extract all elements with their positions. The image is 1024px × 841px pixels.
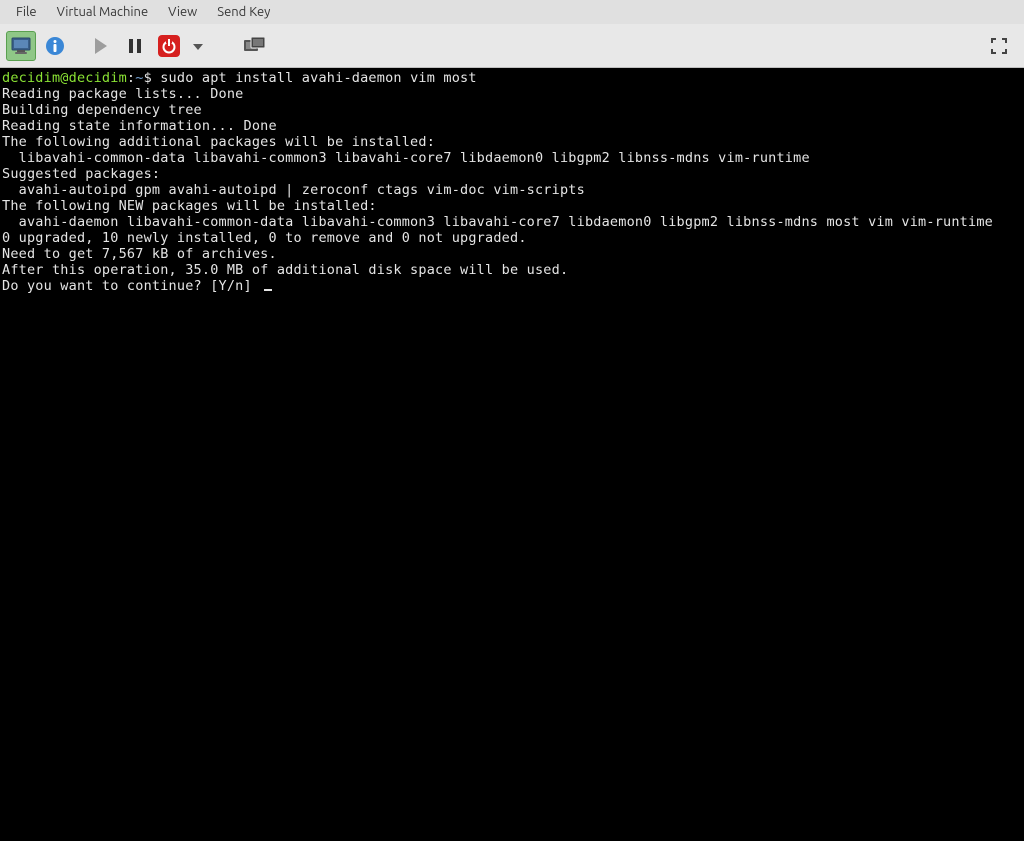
terminal-area[interactable]: decidim@decidim:~$ sudo apt install avah… xyxy=(0,68,1024,841)
info-icon xyxy=(45,36,65,56)
terminal-line: 0 upgraded, 10 newly installed, 0 to rem… xyxy=(2,230,527,246)
terminal-line: After this operation, 35.0 MB of additio… xyxy=(2,262,568,278)
command-text: sudo apt install avahi-daemon vim most xyxy=(160,70,476,86)
shutdown-button[interactable] xyxy=(154,31,184,61)
toolbar xyxy=(0,24,1024,68)
menu-file[interactable]: File xyxy=(8,3,45,21)
pause-button[interactable] xyxy=(120,31,150,61)
menu-send-key[interactable]: Send Key xyxy=(209,3,278,21)
terminal-line: Reading package lists... Done xyxy=(2,86,244,102)
terminal-line: Suggested packages: xyxy=(2,166,160,182)
terminal-line: Building dependency tree xyxy=(2,102,202,118)
power-icon xyxy=(158,35,180,57)
terminal-line: Reading state information... Done xyxy=(2,118,277,134)
prompt-path: ~ xyxy=(135,70,143,86)
terminal-line: avahi-daemon libavahi-common-data libava… xyxy=(2,214,993,230)
prompt-sep: : xyxy=(127,70,135,86)
info-view-button[interactable] xyxy=(40,31,70,61)
monitor-icon xyxy=(11,37,31,55)
menu-view[interactable]: View xyxy=(160,3,205,21)
chevron-down-icon xyxy=(193,39,203,53)
menu-virtual-machine[interactable]: Virtual Machine xyxy=(49,3,157,21)
clone-display-button[interactable] xyxy=(240,31,270,61)
terminal-line: The following additional packages will b… xyxy=(2,134,435,150)
terminal-line: The following NEW packages will be insta… xyxy=(2,198,377,214)
terminal-line: Need to get 7,567 kB of archives. xyxy=(2,246,277,262)
play-icon xyxy=(94,38,108,54)
fullscreen-icon xyxy=(991,38,1007,54)
terminal-line: Do you want to continue? [Y/n] xyxy=(2,278,260,294)
pause-icon xyxy=(129,39,141,53)
menubar: File Virtual Machine View Send Key xyxy=(0,0,1024,24)
terminal-line: libavahi-common-data libavahi-common3 li… xyxy=(2,150,810,166)
console-view-button[interactable] xyxy=(6,31,36,61)
prompt-dollar: $ xyxy=(144,70,161,86)
fullscreen-button[interactable] xyxy=(984,31,1014,61)
shutdown-menu-dropdown[interactable] xyxy=(188,31,208,61)
cursor xyxy=(264,289,272,291)
prompt-user: decidim@decidim xyxy=(2,70,127,86)
terminal-line: avahi-autoipd gpm avahi-autoipd | zeroco… xyxy=(2,182,585,198)
run-button[interactable] xyxy=(86,31,116,61)
clone-display-icon xyxy=(244,37,266,55)
